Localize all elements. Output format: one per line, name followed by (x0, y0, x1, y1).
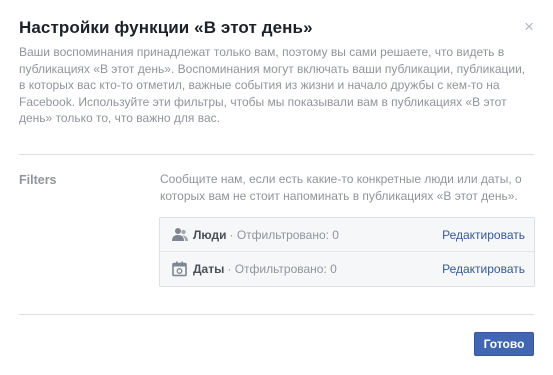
filter-count-dates: · Отфильтровано: 0 (227, 262, 337, 276)
divider-top (19, 154, 534, 155)
filters-label: Filters (19, 173, 57, 187)
filter-count-people: · Отфильтровано: 0 (229, 227, 339, 242)
calendar-icon (171, 260, 189, 278)
edit-people-link[interactable]: Редактировать (442, 228, 525, 242)
filters-list: Люди · Отфильтровано: 0 Редактировать Да… (159, 217, 535, 287)
people-icon (171, 226, 189, 244)
dialog-title: Настройки функции «В этот день» (19, 18, 313, 37)
divider-bottom (19, 314, 534, 315)
close-icon[interactable]: × (524, 18, 534, 35)
done-button[interactable]: Готово (474, 332, 534, 356)
filter-row-people: Люди · Отфильтровано: 0 Редактировать (160, 218, 534, 252)
filter-name-people: Люди (193, 227, 227, 242)
filters-description: Сообщите нам, если есть какие-то конкрет… (160, 172, 522, 203)
filter-name-dates: Даты (193, 262, 225, 276)
edit-dates-link[interactable]: Редактировать (442, 262, 525, 276)
filter-row-dates: Даты · Отфильтровано: 0 Редактировать (160, 252, 534, 286)
on-this-day-settings-dialog: Настройки функции «В этот день» × Ваши в… (0, 0, 553, 375)
dialog-description: Ваши воспоминания принадлежат только вам… (19, 45, 526, 125)
